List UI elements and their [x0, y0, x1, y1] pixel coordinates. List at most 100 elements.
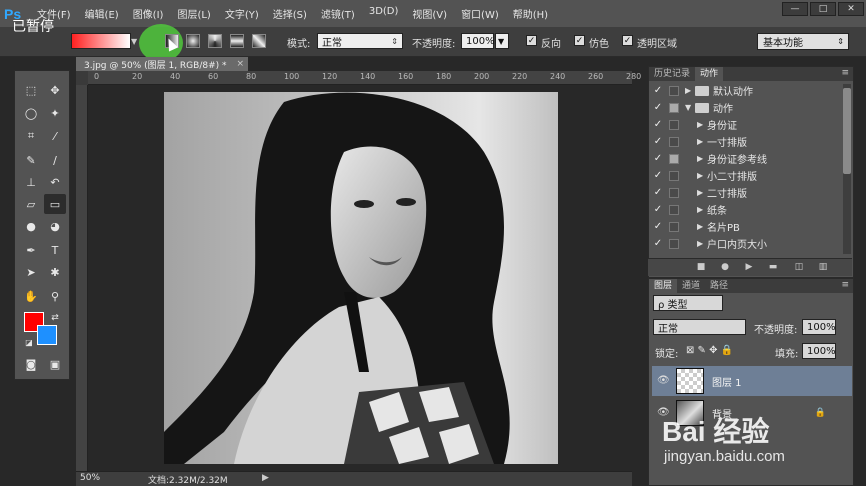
lock-options-icon[interactable]: ⊠ ✎ ✥ 🔒 [686, 345, 733, 356]
checkmark-icon[interactable]: ✓ [652, 238, 664, 249]
mode-select[interactable]: 正常 ⇕ [317, 33, 403, 49]
tab-paths[interactable]: 路径 [705, 279, 733, 293]
menu-item[interactable]: 视图(V) [405, 6, 454, 21]
action-item[interactable]: ✓ ▶ 默认动作 [652, 82, 836, 99]
tab-history[interactable]: 历史记录 [649, 67, 695, 81]
checkmark-icon[interactable]: ✓ [652, 221, 664, 232]
checkmark-icon[interactable]: ✓ [652, 85, 664, 96]
tab-channels[interactable]: 通道 [677, 279, 705, 293]
path-selection-icon[interactable]: ➤ [20, 262, 42, 282]
gradient-dropdown-icon[interactable]: ▼ [131, 37, 137, 46]
opacity-dropdown-icon[interactable]: ▼ [495, 33, 509, 49]
workspace-select[interactable]: 基本功能 ⇕ [757, 33, 849, 50]
dialog-toggle[interactable] [669, 85, 679, 96]
eraser-tool-icon[interactable]: ▱ [20, 194, 42, 214]
gradient-tool-icon[interactable]: ▭ [44, 194, 66, 214]
radial-gradient-button[interactable] [186, 34, 200, 48]
eyedropper-icon[interactable]: ⁄ [44, 126, 66, 146]
panel-menu-icon[interactable]: ≡ [841, 68, 849, 78]
eye-icon[interactable]: 👁 [657, 375, 670, 386]
layer-row-layer1[interactable]: 👁 图层 1 [652, 366, 852, 396]
stop-icon[interactable]: ■ [696, 262, 706, 272]
chevron-right-icon[interactable]: ▶ [697, 222, 707, 231]
opacity-input[interactable]: 100% [461, 33, 495, 49]
move-tool-icon[interactable]: ✥ [44, 80, 66, 100]
actions-scroll-thumb[interactable] [843, 88, 851, 174]
close-tab-icon[interactable]: × [237, 59, 245, 69]
clone-stamp-icon[interactable]: ⊥ [20, 172, 42, 192]
menu-item[interactable]: 3D(D) [362, 6, 406, 21]
dialog-toggle[interactable] [669, 204, 679, 215]
dialog-toggle[interactable] [669, 221, 679, 232]
new-set-icon[interactable]: ▬ [768, 262, 778, 272]
menu-item[interactable]: 文字(Y) [218, 6, 266, 21]
eye-icon[interactable]: 👁 [657, 407, 670, 418]
default-colors-icon[interactable]: ◪ [18, 332, 40, 352]
lasso-tool-icon[interactable]: ◯ [20, 103, 42, 123]
chevron-right-icon[interactable]: ▶ [697, 188, 707, 197]
fill-input[interactable]: 100% [802, 343, 836, 359]
action-item[interactable]: ✓ ▶ 纸条 [652, 201, 836, 218]
play-icon[interactable]: ▶ [744, 262, 754, 272]
shape-tool-icon[interactable]: ✱ [44, 262, 66, 282]
crop-tool-icon[interactable]: ⌗ [20, 126, 42, 146]
action-item[interactable]: ✓ ▶ 二寸排版 [652, 184, 836, 201]
action-item[interactable]: ✓ ▶ 身份证 [652, 116, 836, 133]
menu-item[interactable]: 图层(L) [170, 6, 217, 21]
chevron-right-icon[interactable]: ▶ [685, 86, 695, 95]
layer-opacity-input[interactable]: 100% [802, 319, 836, 335]
chevron-right-icon[interactable]: ▶ [697, 171, 707, 180]
chevron-right-icon[interactable]: ▶ [697, 205, 707, 214]
new-action-icon[interactable]: ◫ [794, 262, 804, 272]
checkmark-icon[interactable]: ✓ [652, 102, 664, 113]
status-menu-arrow-icon[interactable]: ▶ [262, 473, 269, 483]
maximize-button[interactable]: □ [810, 2, 836, 16]
menu-item[interactable]: 选择(S) [266, 6, 314, 21]
hand-tool-icon[interactable]: ✋ [20, 286, 42, 306]
chevron-down-icon[interactable]: ▼ [685, 103, 695, 112]
menu-item[interactable]: 编辑(E) [78, 6, 126, 21]
checkmark-icon[interactable]: ✓ [652, 153, 664, 164]
chevron-right-icon[interactable]: ▶ [697, 137, 707, 146]
checkmark-icon[interactable]: ✓ [652, 204, 664, 215]
blend-mode-select[interactable]: 正常 [653, 319, 746, 335]
action-item[interactable]: ✓ ▶ 户口内页大小 [652, 235, 836, 252]
zoom-level[interactable]: 50% [80, 473, 122, 484]
action-item[interactable]: ✓ ▶ 身份证参考线 [652, 150, 836, 167]
dialog-toggle[interactable] [669, 102, 679, 113]
checkmark-icon[interactable]: ✓ [652, 136, 664, 147]
checkmark-icon[interactable]: ✓ [652, 187, 664, 198]
background-color-swatch[interactable] [37, 325, 57, 345]
swap-colors-icon[interactable]: ⇄ [44, 308, 66, 328]
action-item[interactable]: ✓ ▶ 一寸排版 [652, 133, 836, 150]
dialog-toggle[interactable] [669, 170, 679, 181]
layer-filter-select[interactable]: ρ 类型 [653, 295, 723, 311]
minimize-button[interactable]: — [782, 2, 808, 16]
layer-row-background[interactable]: 👁 背景 🔒 [652, 398, 852, 428]
zoom-tool-icon[interactable]: ⚲ [44, 286, 66, 306]
dialog-toggle[interactable] [669, 119, 679, 130]
dither-checkbox[interactable]: ✓ [574, 35, 585, 46]
dialog-toggle[interactable] [669, 136, 679, 147]
tab-actions[interactable]: 动作 [695, 67, 724, 81]
menu-item[interactable]: 图像(I) [126, 6, 171, 21]
checkmark-icon[interactable]: ✓ [652, 170, 664, 181]
brush-tool-icon[interactable]: ∕ [44, 150, 66, 170]
blur-tool-icon[interactable]: ● [20, 216, 42, 236]
history-brush-icon[interactable]: ↶ [44, 172, 66, 192]
record-icon[interactable]: ● [720, 262, 730, 272]
screen-mode-icon[interactable]: ▣ [44, 354, 66, 374]
action-item[interactable]: ✓ ▶ 名片PB [652, 218, 836, 235]
magic-wand-icon[interactable]: ✦ [44, 103, 66, 123]
gradient-picker[interactable] [71, 33, 131, 49]
healing-brush-icon[interactable]: ✎ [20, 150, 42, 170]
quick-mask-icon[interactable]: ◙ [20, 354, 42, 374]
reverse-checkbox[interactable]: ✓ [526, 35, 537, 46]
action-item[interactable]: ✓ ▶ 小二寸排版 [652, 167, 836, 184]
close-button[interactable]: ✕ [838, 2, 864, 16]
dodge-tool-icon[interactable]: ◕ [44, 216, 66, 236]
marquee-tool-icon[interactable]: ⬚ [20, 80, 42, 100]
document-tab[interactable]: 3.jpg @ 50% (图层 1, RGB/8#) * × [76, 57, 248, 71]
trash-icon[interactable]: ▥ [818, 262, 828, 272]
checkmark-icon[interactable]: ✓ [652, 119, 664, 130]
